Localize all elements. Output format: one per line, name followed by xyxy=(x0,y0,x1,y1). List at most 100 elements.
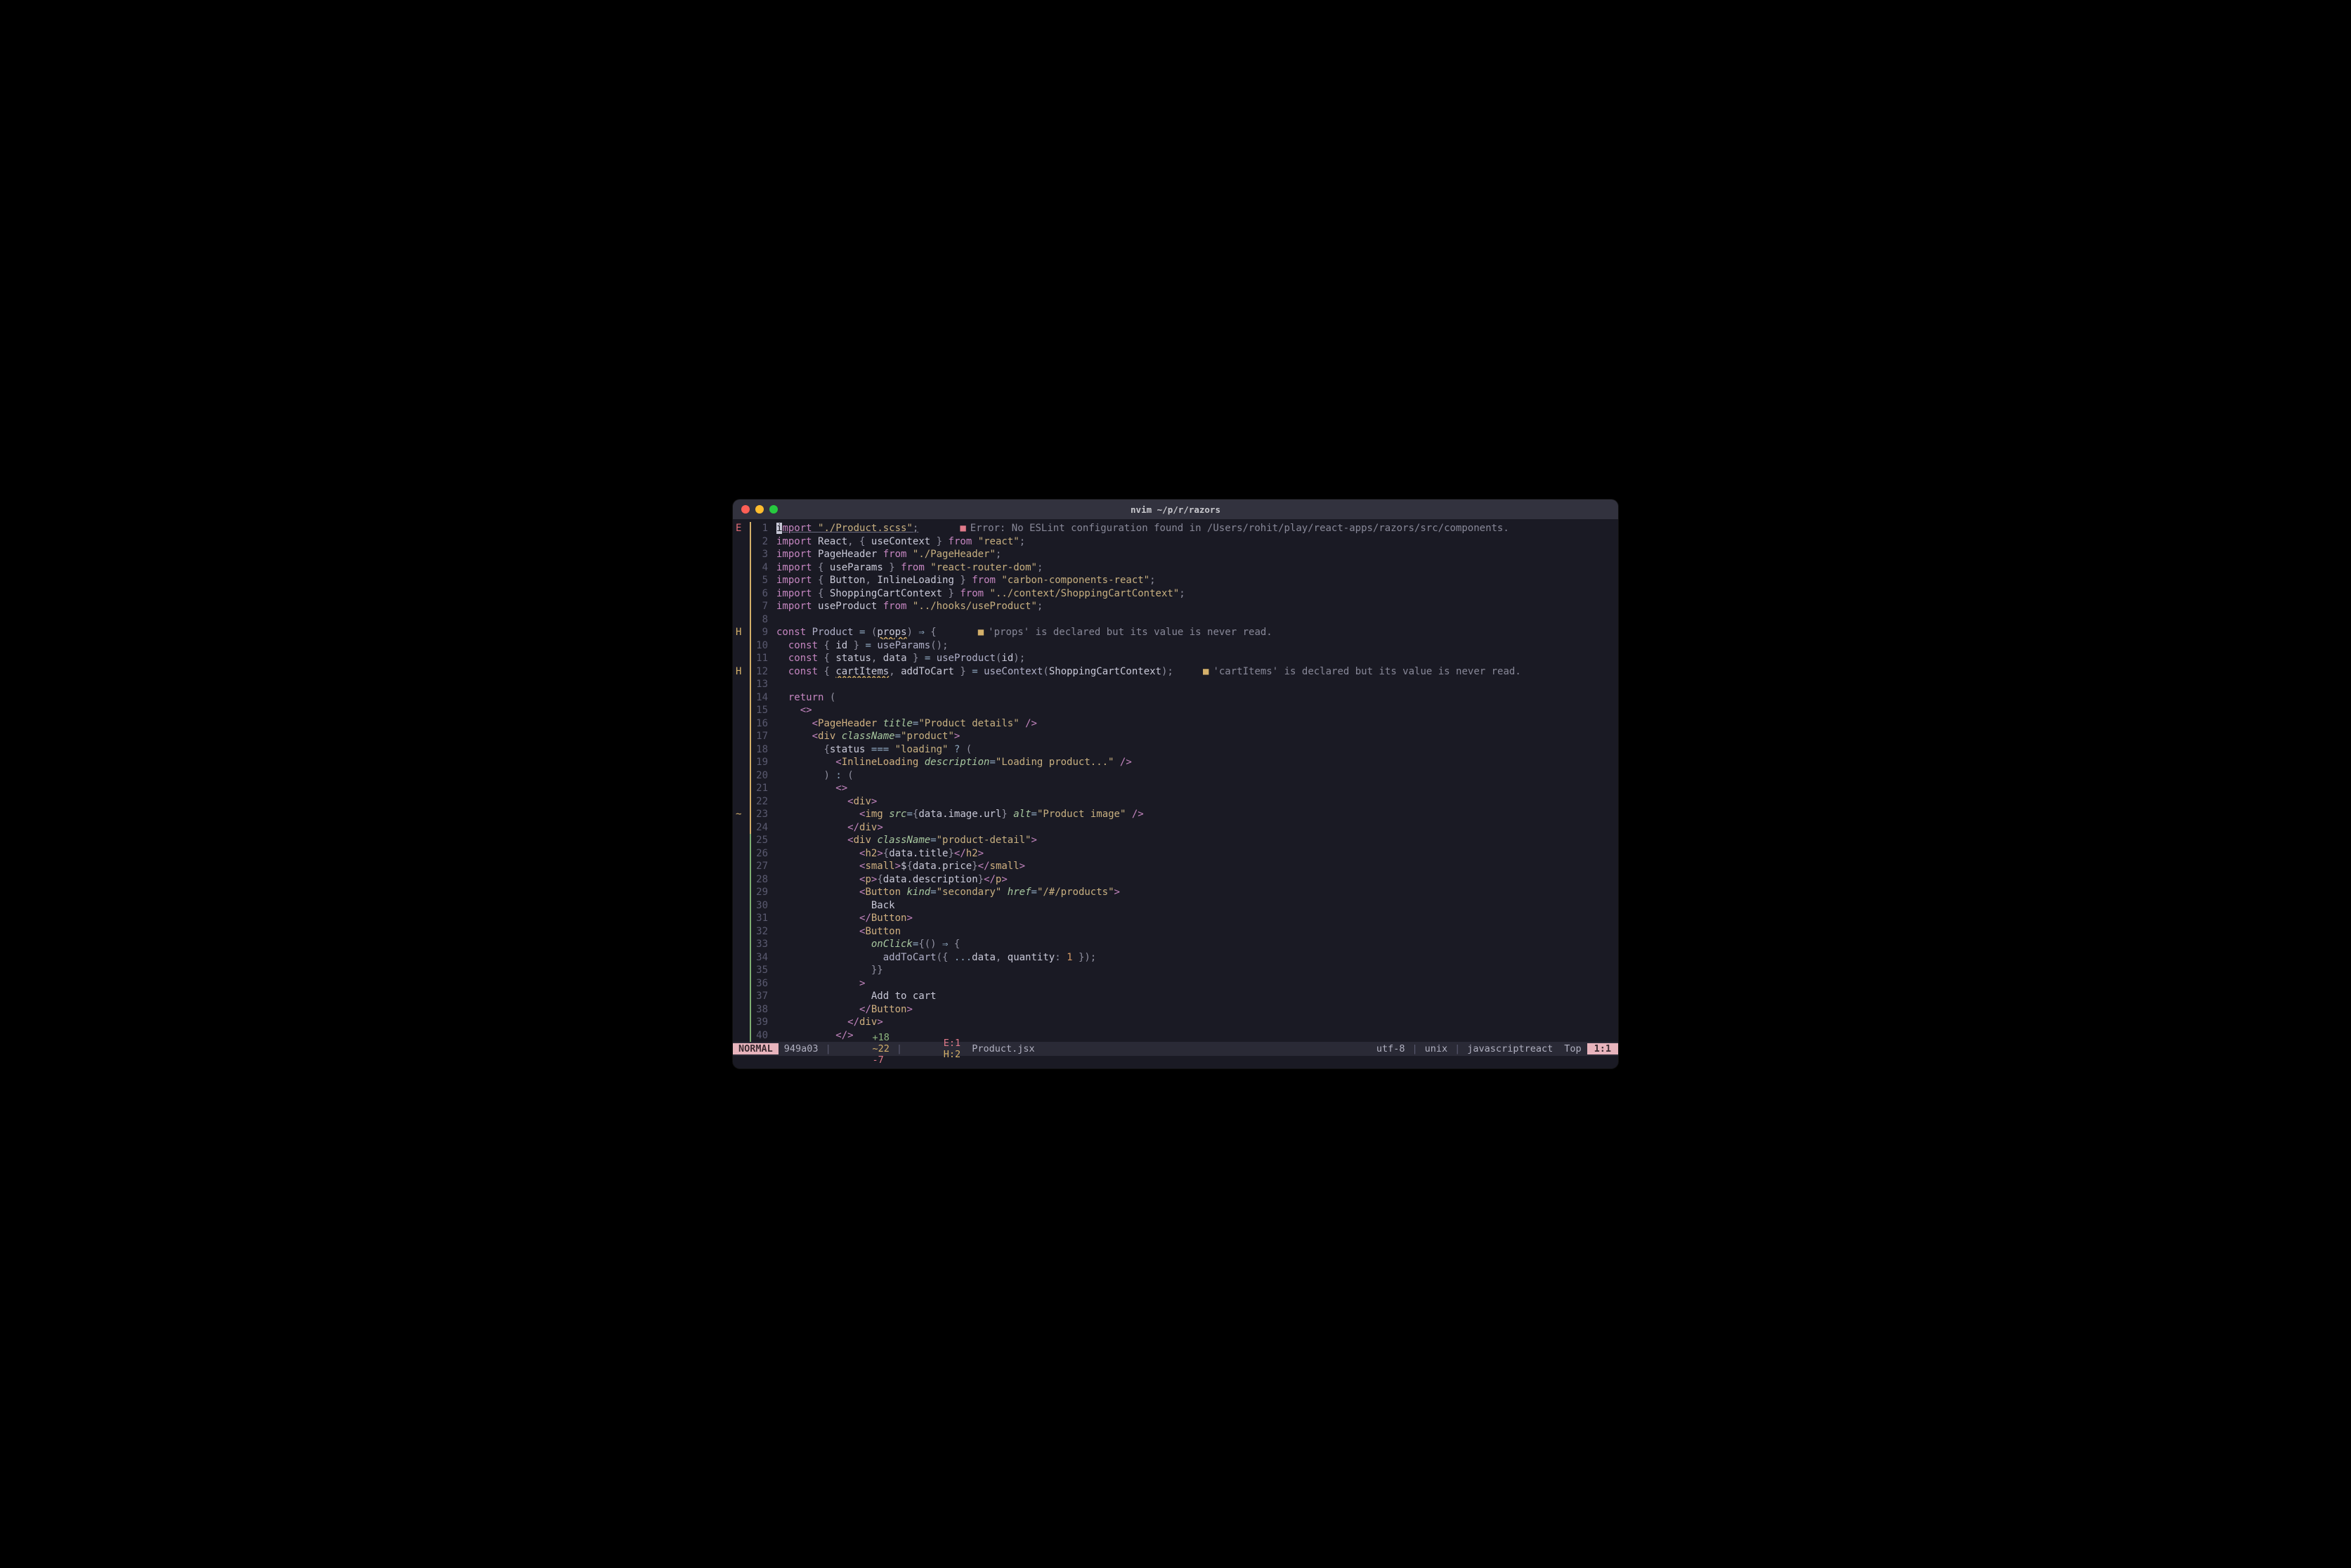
minimize-button[interactable] xyxy=(755,505,764,514)
code-content[interactable]: import { useParams } from "react-router-… xyxy=(776,561,1618,575)
code-line[interactable]: 26 <h2>{data.title}</h2> xyxy=(733,847,1618,861)
code-line[interactable]: 4import { useParams } from "react-router… xyxy=(733,561,1618,575)
code-line[interactable]: 25 <div className="product-detail"> xyxy=(733,834,1618,847)
code-content[interactable]: import PageHeader from "./PageHeader"; xyxy=(776,548,1618,561)
code-line[interactable]: 37 Add to cart xyxy=(733,990,1618,1003)
code-content[interactable]: </> xyxy=(776,1029,1618,1043)
code-content[interactable]: const Product = (props) ⇒ { ■'props' is … xyxy=(776,626,1618,639)
close-button[interactable] xyxy=(741,505,750,514)
code-content[interactable]: return ( xyxy=(776,691,1618,705)
code-line[interactable]: 27 <small>${data.price}</small> xyxy=(733,860,1618,873)
code-content[interactable]: <h2>{data.title}</h2> xyxy=(776,847,1618,861)
code-line[interactable]: 5import { Button, InlineLoading } from "… xyxy=(733,574,1618,587)
git-gutter xyxy=(748,652,754,665)
code-line[interactable]: 17 <div className="product"> xyxy=(733,730,1618,743)
code-content[interactable]: addToCart({ ...data, quantity: 1 }); xyxy=(776,951,1618,965)
code-line[interactable]: 21 <> xyxy=(733,782,1618,795)
code-content[interactable]: Back xyxy=(776,899,1618,913)
code-content[interactable]: <div className="product"> xyxy=(776,730,1618,743)
code-content[interactable]: </div> xyxy=(776,821,1618,835)
code-content[interactable]: import useProduct from "../hooks/useProd… xyxy=(776,600,1618,613)
line-number: 9 xyxy=(754,626,776,639)
code-content[interactable]: onClick={() ⇒ { xyxy=(776,938,1618,951)
code-line[interactable]: 14 return ( xyxy=(733,691,1618,705)
line-number: 12 xyxy=(754,665,776,679)
code-line[interactable]: 36 > xyxy=(733,977,1618,991)
code-line[interactable]: 35 }} xyxy=(733,964,1618,977)
code-line[interactable]: 33 onClick={() ⇒ { xyxy=(733,938,1618,951)
code-line[interactable]: 15 <> xyxy=(733,704,1618,717)
code-content[interactable]: import "./Product.scss"; ■Error: No ESLi… xyxy=(776,522,1618,535)
code-content[interactable]: <Button kind="secondary" href="/#/produc… xyxy=(776,886,1618,899)
code-content[interactable]: const { status, data } = useProduct(id); xyxy=(776,652,1618,665)
code-line[interactable]: 24 </div> xyxy=(733,821,1618,835)
code-content[interactable]: <PageHeader title="Product details" /> xyxy=(776,717,1618,731)
line-number: 28 xyxy=(754,873,776,887)
sign-column xyxy=(733,821,748,835)
code-line[interactable]: H12 const { cartItems, addToCart } = use… xyxy=(733,665,1618,679)
code-line[interactable]: 38 </Button> xyxy=(733,1003,1618,1017)
code-content[interactable] xyxy=(776,613,1618,627)
code-line[interactable]: 20 ) : ( xyxy=(733,769,1618,783)
code-line[interactable]: 19 <InlineLoading description="Loading p… xyxy=(733,756,1618,769)
code-line[interactable]: 32 <Button xyxy=(733,925,1618,939)
git-gutter xyxy=(748,1003,754,1017)
code-content[interactable]: import React, { useContext } from "react… xyxy=(776,535,1618,549)
code-content[interactable]: <> xyxy=(776,704,1618,717)
code-line[interactable]: 6import { ShoppingCartContext } from "..… xyxy=(733,587,1618,601)
code-line[interactable]: 10 const { id } = useParams(); xyxy=(733,639,1618,653)
sign-column xyxy=(733,600,748,613)
cursor-position: 1:1 xyxy=(1587,1043,1618,1054)
code-line[interactable]: 13 xyxy=(733,678,1618,691)
code-content[interactable]: <div> xyxy=(776,795,1618,809)
line-number: 25 xyxy=(754,834,776,847)
sign-column: E xyxy=(733,522,748,535)
code-line[interactable]: 18 {status === "loading" ? ( xyxy=(733,743,1618,757)
code-content[interactable]: > xyxy=(776,977,1618,991)
code-content[interactable]: </Button> xyxy=(776,1003,1618,1017)
code-content[interactable]: Add to cart xyxy=(776,990,1618,1003)
titlebar[interactable]: nvim ~/p/r/razors xyxy=(733,499,1618,519)
code-content[interactable]: {status === "loading" ? ( xyxy=(776,743,1618,757)
line-number: 40 xyxy=(754,1029,776,1043)
code-line[interactable]: 3import PageHeader from "./PageHeader"; xyxy=(733,548,1618,561)
code-content[interactable]: const { cartItems, addToCart } = useCont… xyxy=(776,665,1618,679)
code-content[interactable]: <img src={data.image.url} alt="Product i… xyxy=(776,808,1618,821)
code-line[interactable]: ~23 <img src={data.image.url} alt="Produ… xyxy=(733,808,1618,821)
code-content[interactable]: <div className="product-detail"> xyxy=(776,834,1618,847)
maximize-button[interactable] xyxy=(769,505,778,514)
code-content[interactable]: <Button xyxy=(776,925,1618,939)
code-content[interactable]: ) : ( xyxy=(776,769,1618,783)
code-line[interactable]: 7import useProduct from "../hooks/usePro… xyxy=(733,600,1618,613)
code-line[interactable]: 2import React, { useContext } from "reac… xyxy=(733,535,1618,549)
line-number: 14 xyxy=(754,691,776,705)
code-line[interactable]: 30 Back xyxy=(733,899,1618,913)
code-content[interactable]: <p>{data.description}</p> xyxy=(776,873,1618,887)
code-content[interactable]: </Button> xyxy=(776,912,1618,925)
code-line[interactable]: 11 const { status, data } = useProduct(i… xyxy=(733,652,1618,665)
code-line[interactable]: 31 </Button> xyxy=(733,912,1618,925)
code-line[interactable]: E1import "./Product.scss"; ■Error: No ES… xyxy=(733,522,1618,535)
code-line[interactable]: 29 <Button kind="secondary" href="/#/pro… xyxy=(733,886,1618,899)
code-content[interactable]: <> xyxy=(776,782,1618,795)
code-content[interactable]: <small>${data.price}</small> xyxy=(776,860,1618,873)
code-content[interactable]: }} xyxy=(776,964,1618,977)
sign-column xyxy=(733,873,748,887)
code-line[interactable]: H9const Product = (props) ⇒ { ■'props' i… xyxy=(733,626,1618,639)
code-content[interactable]: <InlineLoading description="Loading prod… xyxy=(776,756,1618,769)
encoding: utf-8 xyxy=(1371,1043,1411,1054)
code-line[interactable]: 22 <div> xyxy=(733,795,1618,809)
line-number: 16 xyxy=(754,717,776,731)
code-content[interactable] xyxy=(776,678,1618,691)
editor-viewport[interactable]: E1import "./Product.scss"; ■Error: No ES… xyxy=(733,519,1618,1042)
code-content[interactable]: import { Button, InlineLoading } from "c… xyxy=(776,574,1618,587)
line-number: 27 xyxy=(754,860,776,873)
line-number: 20 xyxy=(754,769,776,783)
code-line[interactable]: 16 <PageHeader title="Product details" /… xyxy=(733,717,1618,731)
code-content[interactable]: import { ShoppingCartContext } from "../… xyxy=(776,587,1618,601)
code-line[interactable]: 34 addToCart({ ...data, quantity: 1 }); xyxy=(733,951,1618,965)
code-content[interactable]: </div> xyxy=(776,1016,1618,1029)
code-line[interactable]: 28 <p>{data.description}</p> xyxy=(733,873,1618,887)
code-content[interactable]: const { id } = useParams(); xyxy=(776,639,1618,653)
code-line[interactable]: 8 xyxy=(733,613,1618,627)
